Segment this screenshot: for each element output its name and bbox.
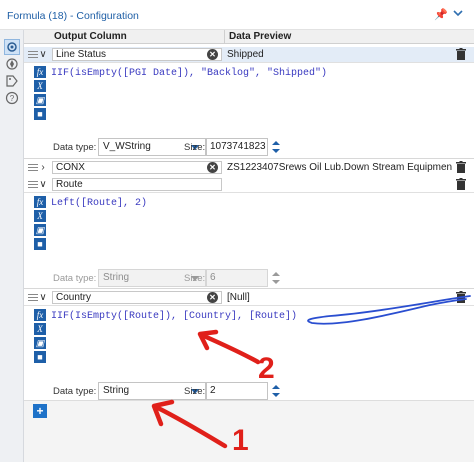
function-icon[interactable]: fx bbox=[34, 309, 46, 321]
variables-icon[interactable]: X bbox=[34, 210, 46, 222]
svg-text:?: ? bbox=[10, 94, 15, 103]
data-type-row: Data type: String Size: 6 bbox=[24, 267, 474, 289]
help-icon[interactable]: ? bbox=[5, 91, 19, 105]
data-type-value: V_WString bbox=[103, 141, 151, 152]
clear-icon[interactable]: ✕ bbox=[207, 292, 218, 303]
row-divider bbox=[24, 158, 474, 159]
size-spinner-icon[interactable] bbox=[270, 382, 282, 400]
row-divider bbox=[24, 288, 474, 289]
data-preview-header: Data Preview bbox=[229, 31, 292, 42]
expression-text[interactable]: Left([Route], 2) bbox=[51, 198, 147, 209]
trash-icon[interactable] bbox=[455, 48, 467, 61]
trash-icon[interactable] bbox=[455, 291, 467, 304]
chevron-right-icon[interactable]: › bbox=[37, 160, 49, 175]
expression-editor[interactable]: fx X ▣ ■ IIF(IsEmpty([Route]), [Country]… bbox=[24, 305, 474, 377]
folder-icon[interactable]: ▣ bbox=[34, 224, 46, 236]
data-type-label: Data type: bbox=[53, 273, 97, 284]
clear-icon[interactable]: ✕ bbox=[207, 162, 218, 173]
expression-editor[interactable]: fx X ▣ ■ Left([Route], 2) bbox=[24, 192, 474, 264]
expression-text[interactable]: IIF(isEmpty([PGI Date]), "Backlog", "Shi… bbox=[51, 68, 327, 79]
output-column-name[interactable]: Line Status bbox=[52, 48, 222, 61]
column-header: Output Column Data Preview bbox=[24, 30, 474, 44]
chevron-down-icon[interactable]: ∨ bbox=[37, 47, 49, 62]
chevron-down-icon[interactable]: ∨ bbox=[37, 290, 49, 305]
expression-editor[interactable]: fx X ▣ ■ IIF(isEmpty([PGI Date]), "Backl… bbox=[24, 62, 474, 134]
footer-strip bbox=[24, 400, 474, 462]
variables-icon[interactable]: X bbox=[34, 323, 46, 335]
data-preview-value: ZS1223407Srews Oil Lub.Down Stream Equip… bbox=[227, 162, 452, 173]
field-row-country[interactable]: ∨ Country ✕ [Null] bbox=[24, 290, 474, 305]
folder-icon[interactable]: ▣ bbox=[34, 94, 46, 106]
clear-icon[interactable]: ✕ bbox=[207, 49, 218, 60]
expression-tools: fx X ▣ ■ bbox=[34, 196, 46, 252]
expression-tools: fx X ▣ ■ bbox=[34, 66, 46, 122]
output-column-name[interactable]: Country bbox=[52, 291, 222, 304]
data-type-row: Data type: String Size: 2 bbox=[24, 380, 474, 402]
size-input[interactable]: 1073741823 bbox=[206, 138, 268, 156]
data-type-value: String bbox=[103, 272, 130, 283]
data-type-value: String bbox=[103, 385, 130, 396]
field-row-conx[interactable]: › CONX ✕ ZS1223407Srews Oil Lub.Down Str… bbox=[24, 160, 474, 175]
navigate-icon[interactable] bbox=[5, 57, 19, 71]
field-row-route[interactable]: ∨ Route bbox=[24, 177, 474, 192]
function-icon[interactable]: fx bbox=[34, 196, 46, 208]
trash-icon[interactable] bbox=[455, 161, 467, 174]
variables-icon[interactable]: X bbox=[34, 80, 46, 92]
size-label: Size: bbox=[184, 273, 206, 284]
data-type-row: Data type: V_WString Size: 1073741823 bbox=[24, 136, 474, 158]
gear-icon[interactable] bbox=[4, 39, 20, 55]
save-icon[interactable]: ■ bbox=[34, 238, 46, 250]
size-spinner-icon[interactable] bbox=[270, 269, 282, 287]
output-column-name[interactable]: Route bbox=[52, 178, 222, 191]
window-title: Formula (18) - Configuration bbox=[7, 10, 139, 22]
data-type-label: Data type: bbox=[53, 142, 97, 153]
field-row-line-status[interactable]: ∨ Line Status ✕ Shipped bbox=[24, 47, 474, 62]
size-label: Size: bbox=[184, 386, 206, 397]
left-toolbar: ? bbox=[0, 30, 24, 462]
folder-icon[interactable]: ▣ bbox=[34, 337, 46, 349]
expression-tools: fx X ▣ ■ bbox=[34, 309, 46, 365]
output-column-header: Output Column bbox=[54, 31, 127, 42]
size-input[interactable]: 6 bbox=[206, 269, 268, 287]
data-preview-value: [Null] bbox=[227, 292, 250, 303]
save-icon[interactable]: ■ bbox=[34, 351, 46, 363]
add-field-button[interactable]: + bbox=[33, 404, 47, 418]
trash-icon[interactable] bbox=[455, 178, 467, 191]
size-spinner-icon[interactable] bbox=[270, 138, 282, 156]
pin-icon[interactable]: 📌 bbox=[434, 8, 448, 21]
output-column-name[interactable]: CONX bbox=[52, 161, 222, 174]
chevron-down-icon[interactable] bbox=[451, 6, 465, 20]
data-preview-value: Shipped bbox=[227, 49, 264, 60]
save-icon[interactable]: ■ bbox=[34, 108, 46, 120]
expression-text[interactable]: IIF(IsEmpty([Route]), [Country], [Route]… bbox=[51, 311, 297, 322]
tag-icon[interactable] bbox=[5, 74, 19, 88]
size-input[interactable]: 2 bbox=[206, 382, 268, 400]
header-divider[interactable] bbox=[224, 30, 225, 44]
function-icon[interactable]: fx bbox=[34, 66, 46, 78]
size-label: Size: bbox=[184, 142, 206, 153]
chevron-down-icon[interactable]: ∨ bbox=[37, 177, 49, 192]
window-titlebar: Formula (18) - Configuration 📌 bbox=[0, 0, 474, 30]
data-type-label: Data type: bbox=[53, 386, 97, 397]
